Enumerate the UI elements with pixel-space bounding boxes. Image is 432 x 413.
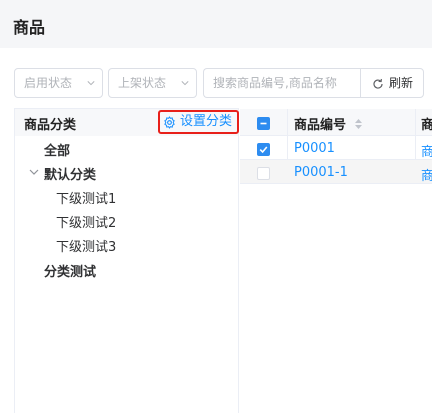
tree-item-default[interactable]: 默认分类 (44, 164, 96, 183)
set-category-label: 设置分类 (180, 114, 233, 129)
set-category-button[interactable]: 设置分类 (158, 110, 239, 134)
column-header-code-label: 商品编号 (294, 118, 347, 133)
page-header (0, 0, 432, 48)
sort-icon[interactable] (354, 118, 363, 130)
chevron-down-icon[interactable] (29, 167, 39, 177)
column-header-code[interactable]: 商品编号 (294, 114, 363, 133)
product-name-link[interactable]: 商 (421, 165, 432, 184)
row-checkbox[interactable] (257, 167, 270, 180)
refresh-button[interactable]: 刷新 (360, 68, 424, 98)
enable-status-select[interactable]: 启用状态 (14, 68, 103, 98)
product-name-link[interactable]: 商 (421, 141, 432, 160)
refresh-label: 刷新 (389, 76, 414, 90)
gear-icon (164, 116, 175, 129)
minus-icon (260, 122, 267, 125)
check-icon (259, 146, 268, 154)
tree-item-child[interactable]: 下级测试2 (56, 212, 116, 231)
shelf-status-select[interactable]: 上架状态 (108, 68, 197, 98)
search-input[interactable]: 搜索商品编号,商品名称 (203, 68, 360, 98)
column-header-next[interactable]: 商 (421, 114, 432, 133)
category-title: 商品分类 (24, 118, 77, 133)
enable-status-label: 启用状态 (24, 76, 73, 90)
product-code-link[interactable]: P0001 (294, 141, 335, 156)
tree-item-all[interactable]: 全部 (44, 140, 70, 159)
shelf-status-label: 上架状态 (118, 76, 167, 90)
tree-item-child[interactable]: 下级测试3 (56, 236, 116, 255)
chevron-down-icon (181, 81, 189, 86)
page-title: 商品 (13, 18, 46, 37)
tree-item-child[interactable]: 下级测试1 (56, 188, 116, 207)
row-checkbox[interactable] (257, 143, 270, 156)
product-code-link[interactable]: P0001-1 (294, 165, 348, 180)
select-all-checkbox[interactable] (257, 117, 270, 130)
chevron-down-icon (87, 81, 95, 86)
refresh-icon (373, 78, 383, 89)
tree-item-test[interactable]: 分类测试 (44, 261, 96, 280)
